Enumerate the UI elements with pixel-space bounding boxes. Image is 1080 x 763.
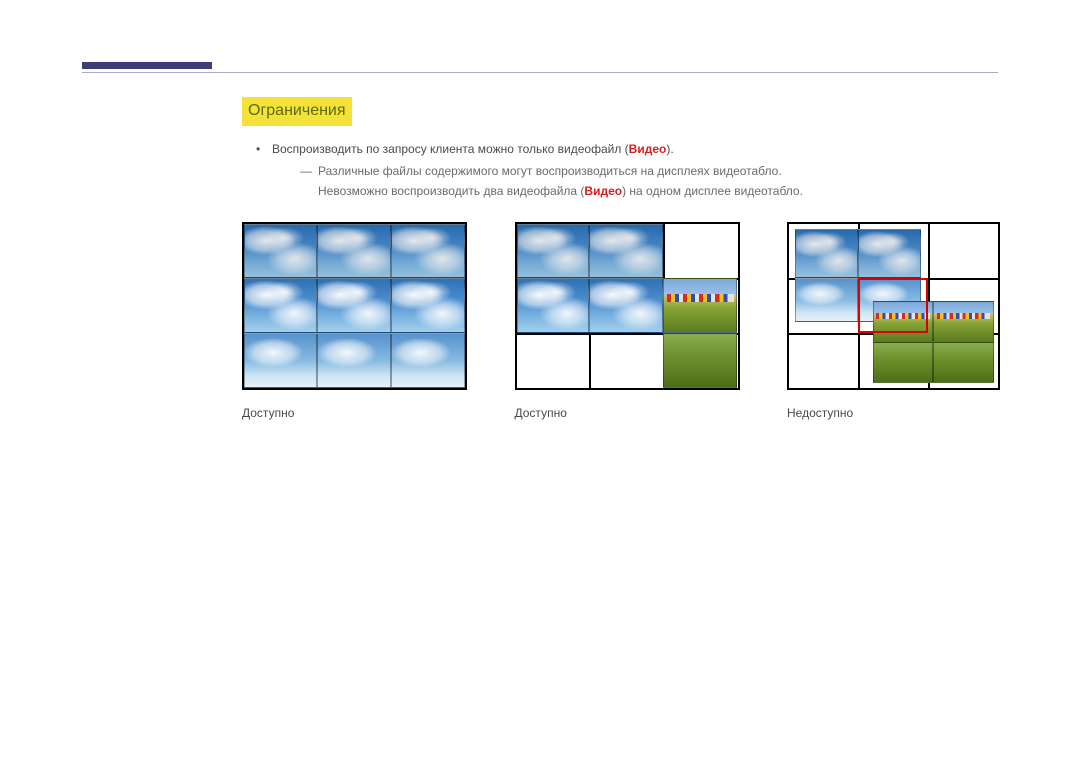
figure-row: Доступно Доступно — [242, 222, 1000, 422]
section-heading: Ограничения — [242, 97, 352, 126]
figure-caption-1: Доступно — [242, 404, 467, 422]
dash-item-1: Различные файлы содержимого могут воспро… — [272, 162, 1002, 180]
figure-unavailable: Недоступно — [787, 222, 1000, 422]
figure-caption-3: Недоступно — [787, 404, 1000, 422]
keyword-video-1: Видео — [629, 142, 667, 156]
figure-available-1: Доступно — [242, 222, 467, 422]
videowall-3 — [787, 222, 1000, 390]
header-accent-bar — [82, 62, 212, 69]
page: Ограничения Воспроизводить по запросу кл… — [0, 0, 1080, 763]
bullet1-text-post: ). — [666, 142, 673, 156]
content-area: Ограничения Воспроизводить по запросу кл… — [242, 97, 1002, 422]
dash-list: Различные файлы содержимого могут воспро… — [272, 162, 1002, 180]
dash2-text-pre: Невозможно воспроизводить два видеофайла… — [318, 184, 584, 198]
bullet-item-1: Воспроизводить по запросу клиента можно … — [242, 140, 1002, 200]
bullet-list: Воспроизводить по запросу клиента можно … — [242, 140, 1002, 200]
videowall-2 — [515, 222, 740, 390]
figure-caption-2: Доступно — [515, 404, 740, 422]
header-rule — [82, 72, 998, 73]
keyword-video-2: Видео — [584, 184, 622, 198]
dash-item-2: Невозможно воспроизводить два видеофайла… — [272, 182, 1002, 200]
videowall-1 — [242, 222, 467, 390]
dash2-text-post: ) на одном дисплее видеотабло. — [622, 184, 803, 198]
figure-available-2: Доступно — [515, 222, 740, 422]
bullet1-text-pre: Воспроизводить по запросу клиента можно … — [272, 142, 629, 156]
